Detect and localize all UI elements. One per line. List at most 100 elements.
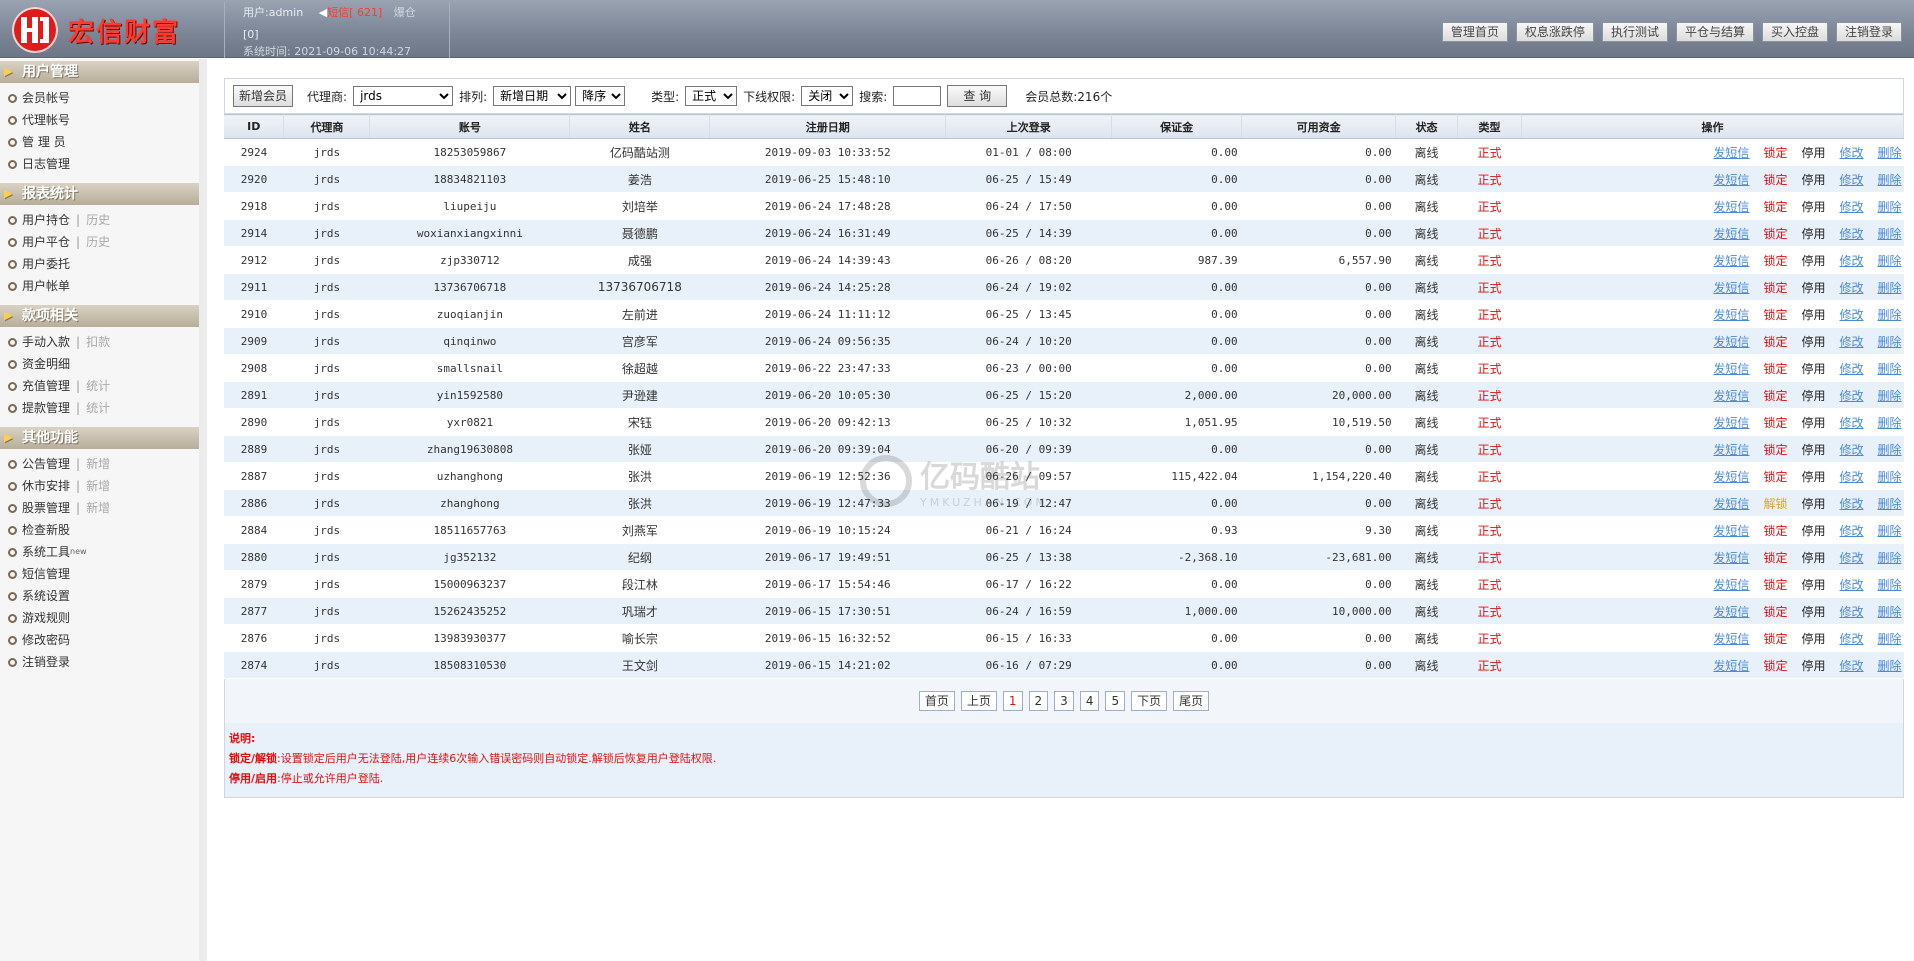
edit-link[interactable]: 修改 [1839, 632, 1863, 646]
send-sms-link[interactable]: 发短信 [1713, 389, 1749, 403]
sidebar-item[interactable]: 休市安排 | 新增 [0, 475, 199, 497]
delete-link[interactable]: 删除 [1877, 443, 1901, 457]
delete-link[interactable]: 删除 [1877, 146, 1901, 160]
send-sms-link[interactable]: 发短信 [1713, 200, 1749, 214]
top-nav-button-1[interactable]: 权息涨跌停 [1515, 22, 1594, 42]
sidebar-item-label[interactable]: 会员帐号 [22, 87, 70, 109]
lock-link[interactable]: 锁定 [1763, 578, 1787, 592]
edit-link[interactable]: 修改 [1839, 200, 1863, 214]
agent-select[interactable]: jrds [353, 86, 454, 106]
send-sms-link[interactable]: 发短信 [1713, 173, 1749, 187]
edit-link[interactable]: 修改 [1839, 443, 1863, 457]
disable-link[interactable]: 停用 [1801, 659, 1825, 673]
sidebar-item[interactable]: 短信管理 [0, 563, 199, 585]
sidebar-item[interactable]: 日志管理 [0, 153, 199, 175]
disable-link[interactable]: 停用 [1801, 335, 1825, 349]
sidebar-item-label[interactable]: 公告管理 [22, 453, 70, 475]
disable-link[interactable]: 停用 [1801, 362, 1825, 376]
sidebar-item-sublink[interactable]: 新增 [86, 497, 110, 519]
sidebar-item[interactable]: 充值管理 | 统计 [0, 375, 199, 397]
top-nav-button-3[interactable]: 平仓与结算 [1675, 22, 1754, 42]
sidebar-item-sublink[interactable]: 新增 [86, 475, 110, 497]
offline-permission-select[interactable]: 关闭 [801, 86, 854, 106]
delete-link[interactable]: 删除 [1877, 632, 1901, 646]
delete-link[interactable]: 删除 [1877, 173, 1901, 187]
edit-link[interactable]: 修改 [1839, 497, 1863, 511]
sidebar-item-sublink[interactable]: 历史 [86, 209, 110, 231]
send-sms-link[interactable]: 发短信 [1713, 470, 1749, 484]
send-sms-link[interactable]: 发短信 [1713, 146, 1749, 160]
sidebar-section-2[interactable]: ▶ 款项相关 [0, 305, 199, 327]
edit-link[interactable]: 修改 [1839, 659, 1863, 673]
lock-link[interactable]: 锁定 [1763, 362, 1787, 376]
edit-link[interactable]: 修改 [1839, 335, 1863, 349]
disable-link[interactable]: 停用 [1801, 254, 1825, 268]
liquidation-label[interactable]: 爆仓 [394, 6, 416, 19]
sidebar-item-sublink[interactable]: 扣款 [86, 331, 110, 353]
sidebar-item-sublink[interactable]: 历史 [86, 231, 110, 253]
disable-link[interactable]: 停用 [1801, 173, 1825, 187]
sidebar-item-label[interactable]: 用户持仓 [22, 209, 70, 231]
edit-link[interactable]: 修改 [1839, 470, 1863, 484]
edit-link[interactable]: 修改 [1839, 146, 1863, 160]
last-page-button[interactable]: 尾页 [1173, 691, 1210, 711]
sidebar-item-label[interactable]: 系统工具 [22, 541, 70, 563]
sidebar-section-3[interactable]: ▶ 其他功能 [0, 427, 199, 449]
lock-link[interactable]: 锁定 [1763, 146, 1787, 160]
sidebar-item-label[interactable]: 用户平仓 [22, 231, 70, 253]
send-sms-link[interactable]: 发短信 [1713, 362, 1749, 376]
disable-link[interactable]: 停用 [1801, 146, 1825, 160]
sms-link[interactable]: 短信[ 621] [327, 6, 382, 19]
lock-link[interactable]: 锁定 [1763, 173, 1787, 187]
sidebar-item[interactable]: 手动入款 | 扣款 [0, 331, 199, 353]
send-sms-link[interactable]: 发短信 [1713, 605, 1749, 619]
sidebar-item[interactable]: 公告管理 | 新增 [0, 453, 199, 475]
disable-link[interactable]: 停用 [1801, 308, 1825, 322]
send-sms-link[interactable]: 发短信 [1713, 254, 1749, 268]
edit-link[interactable]: 修改 [1839, 389, 1863, 403]
delete-link[interactable]: 删除 [1877, 254, 1901, 268]
lock-link[interactable]: 锁定 [1763, 200, 1787, 214]
send-sms-link[interactable]: 发短信 [1713, 632, 1749, 646]
send-sms-link[interactable]: 发短信 [1713, 524, 1749, 538]
lock-link[interactable]: 锁定 [1763, 443, 1787, 457]
top-nav-button-2[interactable]: 执行测试 [1601, 22, 1668, 42]
delete-link[interactable]: 删除 [1877, 470, 1901, 484]
delete-link[interactable]: 删除 [1877, 308, 1901, 322]
delete-link[interactable]: 删除 [1877, 605, 1901, 619]
disable-link[interactable]: 停用 [1801, 227, 1825, 241]
type-select[interactable]: 正式 [685, 86, 738, 106]
sidebar-item-sublink[interactable]: 新增 [86, 453, 110, 475]
query-button[interactable]: 查 询 [947, 85, 1008, 107]
next-page-button[interactable]: 下页 [1131, 691, 1168, 711]
sidebar-item-label[interactable]: 短信管理 [22, 563, 70, 585]
first-page-button[interactable]: 首页 [918, 691, 955, 711]
disable-link[interactable]: 停用 [1801, 578, 1825, 592]
sidebar-item[interactable]: 管 理 员 [0, 131, 199, 153]
search-input[interactable] [893, 86, 942, 106]
sidebar-item-label[interactable]: 提款管理 [22, 397, 70, 419]
delete-link[interactable]: 删除 [1877, 281, 1901, 295]
sidebar-item-label[interactable]: 系统设置 [22, 585, 70, 607]
lock-link[interactable]: 锁定 [1763, 605, 1787, 619]
lock-link[interactable]: 锁定 [1763, 470, 1787, 484]
sort-select[interactable]: 新增日期 [493, 86, 572, 106]
sidebar-item[interactable]: 用户持仓 | 历史 [0, 209, 199, 231]
order-select[interactable]: 降序 [575, 86, 626, 106]
disable-link[interactable]: 停用 [1801, 443, 1825, 457]
sidebar-item-label[interactable]: 代理帐号 [22, 109, 70, 131]
send-sms-link[interactable]: 发短信 [1713, 335, 1749, 349]
delete-link[interactable]: 删除 [1877, 416, 1901, 430]
disable-link[interactable]: 停用 [1801, 632, 1825, 646]
sidebar-item[interactable]: 游戏规则 [0, 607, 199, 629]
send-sms-link[interactable]: 发短信 [1713, 308, 1749, 322]
edit-link[interactable]: 修改 [1839, 605, 1863, 619]
sidebar-item-sublink[interactable]: 统计 [86, 397, 110, 419]
disable-link[interactable]: 停用 [1801, 389, 1825, 403]
unlock-link[interactable]: 解锁 [1763, 497, 1787, 511]
top-nav-button-4[interactable]: 买入控盘 [1761, 22, 1828, 42]
edit-link[interactable]: 修改 [1839, 281, 1863, 295]
disable-link[interactable]: 停用 [1801, 605, 1825, 619]
sidebar-item-sublink[interactable]: 统计 [86, 375, 110, 397]
lock-link[interactable]: 锁定 [1763, 659, 1787, 673]
